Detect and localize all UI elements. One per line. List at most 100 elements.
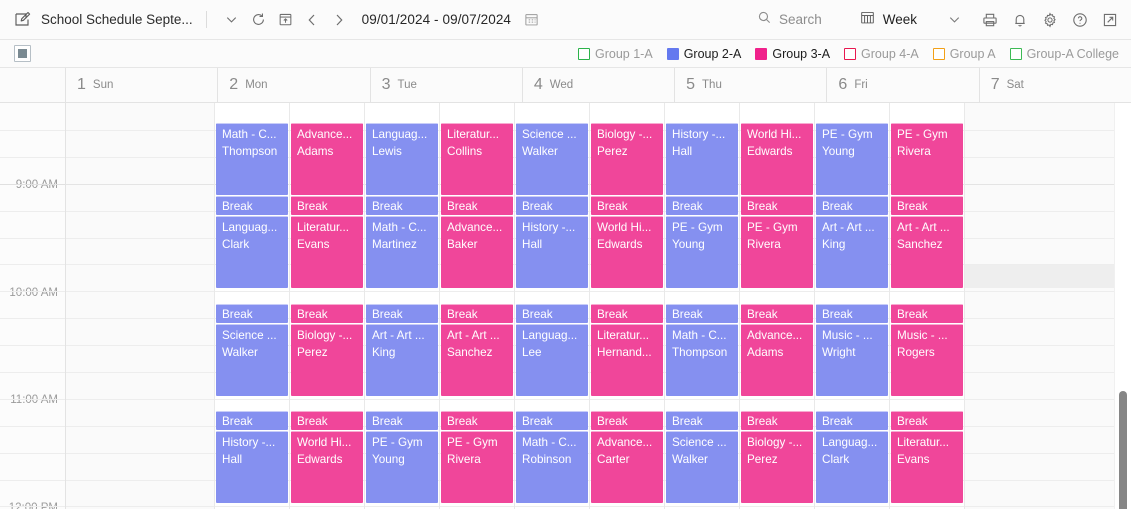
help-button[interactable] [1066, 7, 1093, 33]
view-selector[interactable]: Week [860, 10, 917, 30]
class-event[interactable]: PE - Gym Young [366, 431, 438, 503]
day-column[interactable]: Math - C... Thompson Break Languag... Clark B… [215, 103, 290, 509]
break-event[interactable]: Break [741, 411, 813, 430]
break-event[interactable]: Break [216, 196, 288, 215]
view-dropdown-button[interactable] [941, 7, 968, 33]
class-event[interactable]: Science ... Walker [216, 324, 288, 396]
legend-item-group-4-a[interactable]: Group 4-A [844, 47, 919, 61]
class-event[interactable]: Math - C... Thompson [666, 324, 738, 396]
break-event[interactable]: Break [741, 304, 813, 323]
break-event[interactable]: Break [591, 196, 663, 215]
notifications-button[interactable] [1006, 7, 1033, 33]
break-event[interactable]: Break [591, 304, 663, 323]
break-event[interactable]: Break [741, 196, 813, 215]
class-event[interactable]: History -... Hall [666, 123, 738, 195]
day-column[interactable]: History -... Hall Break PE - Gym Young Break M… [665, 103, 740, 509]
class-event[interactable]: Biology -... Perez [291, 324, 363, 396]
class-event[interactable]: Advance... Baker [441, 216, 513, 288]
break-event[interactable]: Break [666, 196, 738, 215]
legend-item-group-3-a[interactable]: Group 3-A [755, 47, 830, 61]
class-event[interactable]: Music - ... Rogers [891, 324, 963, 396]
class-event[interactable]: Advance... Adams [741, 324, 813, 396]
next-week-button[interactable] [326, 7, 353, 33]
day-column[interactable] [66, 103, 215, 509]
day-column[interactable]: Literatur... Collins Break Advance... Baker B… [440, 103, 515, 509]
day-column[interactable]: Biology -... Perez Break World Hi... Edwards… [590, 103, 665, 509]
break-event[interactable]: Break [816, 196, 888, 215]
break-event[interactable]: Break [516, 196, 588, 215]
break-event[interactable]: Break [441, 411, 513, 430]
class-event[interactable]: World Hi... Edwards [591, 216, 663, 288]
today-button[interactable] [272, 7, 299, 33]
break-event[interactable]: Break [891, 411, 963, 430]
day-column[interactable]: Science ... Walker Break History -... Hall Br… [515, 103, 590, 509]
break-event[interactable]: Break [816, 304, 888, 323]
class-event[interactable]: World Hi... Edwards [291, 431, 363, 503]
legend-item-group-a-college[interactable]: Group-A College [1009, 47, 1119, 61]
class-event[interactable]: Advance... Carter [591, 431, 663, 503]
class-event[interactable]: Languag... Lee [516, 324, 588, 396]
break-event[interactable]: Break [216, 304, 288, 323]
class-event[interactable]: Literatur... Collins [441, 123, 513, 195]
scrollbar-thumb[interactable] [1119, 391, 1127, 509]
break-event[interactable]: Break [366, 196, 438, 215]
vertical-scrollbar[interactable] [1114, 103, 1131, 509]
day-column[interactable]: PE - Gym Young Break Art - Art ... King Break… [815, 103, 890, 509]
day-column[interactable] [965, 103, 1114, 509]
day-header-sat[interactable]: 7 Sat [980, 68, 1131, 102]
break-event[interactable]: Break [591, 411, 663, 430]
class-event[interactable]: PE - Gym Rivera [741, 216, 813, 288]
legend-item-group-2-a[interactable]: Group 2-A [666, 47, 741, 61]
class-event[interactable]: Art - Art ... King [366, 324, 438, 396]
class-event[interactable]: Literatur... Hernand... [591, 324, 663, 396]
class-event[interactable]: Art - Art ... King [816, 216, 888, 288]
legend-item-group-a[interactable]: Group A [932, 47, 996, 61]
stop-square-icon[interactable] [14, 45, 31, 62]
legend-item-group-1-a[interactable]: Group 1-A [578, 47, 653, 61]
break-event[interactable]: Break [666, 411, 738, 430]
break-event[interactable]: Break [891, 196, 963, 215]
class-event[interactable]: Art - Art ... Sanchez [891, 216, 963, 288]
class-event[interactable]: Math - C... Thompson [216, 123, 288, 195]
day-header-fri[interactable]: 6 Fri [827, 68, 980, 102]
day-header-wed[interactable]: 4 Wed [523, 68, 676, 102]
day-header-thu[interactable]: 5 Thu [675, 68, 828, 102]
break-event[interactable]: Break [516, 304, 588, 323]
title-dropdown-button[interactable] [218, 7, 245, 33]
class-event[interactable]: History -... Hall [516, 216, 588, 288]
print-button[interactable] [976, 7, 1003, 33]
break-event[interactable]: Break [291, 411, 363, 430]
break-event[interactable]: Break [291, 304, 363, 323]
class-event[interactable]: Science ... Walker [516, 123, 588, 195]
day-header-sun[interactable]: 1 Sun [66, 68, 219, 102]
day-column[interactable]: PE - Gym Rivera Break Art - Art ... Sanchez B… [890, 103, 965, 509]
class-event[interactable]: History -... Hall [216, 431, 288, 503]
break-event[interactable]: Break [366, 411, 438, 430]
class-event[interactable]: Advance... Adams [291, 123, 363, 195]
class-event[interactable]: Literatur... Evans [291, 216, 363, 288]
day-header-tue[interactable]: 3 Tue [371, 68, 523, 102]
class-event[interactable]: Languag... Lewis [366, 123, 438, 195]
class-event[interactable]: PE - Gym Young [816, 123, 888, 195]
class-event[interactable]: Music - ... Wright [816, 324, 888, 396]
previous-week-button[interactable] [299, 7, 326, 33]
class-event[interactable]: Science ... Walker [666, 431, 738, 503]
search-input[interactable]: Search [757, 10, 822, 30]
class-event[interactable]: PE - Gym Young [666, 216, 738, 288]
day-column[interactable]: Languag... Lewis Break Math - C... Martinez B… [365, 103, 440, 509]
refresh-button[interactable] [245, 7, 272, 33]
class-event[interactable]: PE - Gym Rivera [891, 123, 963, 195]
break-event[interactable]: Break [816, 411, 888, 430]
break-event[interactable]: Break [441, 304, 513, 323]
open-external-button[interactable] [1096, 7, 1123, 33]
break-event[interactable]: Break [666, 304, 738, 323]
class-event[interactable]: Art - Art ... Sanchez [441, 324, 513, 396]
class-event[interactable]: Biology -... Perez [591, 123, 663, 195]
day-column[interactable]: Advance... Adams Break Literatur... Evans Bre… [290, 103, 365, 509]
day-header-mon[interactable]: 2 Mon [218, 68, 371, 102]
settings-button[interactable] [1036, 7, 1063, 33]
day-column[interactable]: World Hi... Edwards Break PE - Gym Rivera Bre… [740, 103, 815, 509]
break-event[interactable]: Break [441, 196, 513, 215]
class-event[interactable]: World Hi... Edwards [741, 123, 813, 195]
break-event[interactable]: Break [216, 411, 288, 430]
